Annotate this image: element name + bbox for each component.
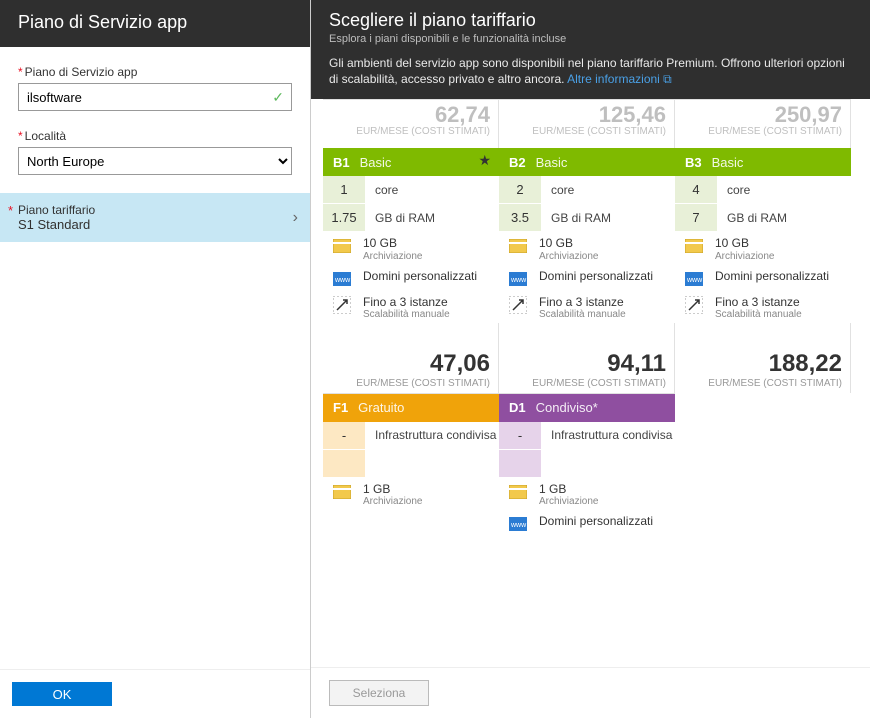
tier-price: 47,06 xyxy=(430,350,490,378)
right-pane: Scegliere il piano tariffario Esplora i … xyxy=(311,0,870,718)
chevron-right-icon: › xyxy=(293,209,298,227)
ok-button[interactable]: OK xyxy=(12,682,112,706)
svg-text:www: www xyxy=(510,277,527,284)
external-link-icon: ⧉ xyxy=(663,72,672,86)
cores-label: core xyxy=(365,183,398,197)
right-subtitle: Esplora i piani disponibili e le funzion… xyxy=(329,33,852,45)
tier-col-f1[interactable]: F1Gratuito -Infrastruttura condivisa 1 G… xyxy=(323,393,499,536)
right-title: Scegliere il piano tariffario xyxy=(329,10,852,31)
left-body: *Piano di Servizio app ✓ *Località North… xyxy=(0,47,310,669)
storage-icon xyxy=(331,237,353,255)
name-input[interactable] xyxy=(18,83,292,111)
pricing-tier-label: Piano tariffario xyxy=(18,203,292,217)
location-select[interactable]: North Europe xyxy=(18,147,292,175)
scale-icon xyxy=(331,296,353,314)
tier-col-b3[interactable]: 250,97 EUR/MESE (COSTI STIMATI) B3Basic … xyxy=(675,99,851,392)
pricing-tier-value: S1 Standard xyxy=(18,217,292,232)
cores-value: 1 xyxy=(323,176,365,203)
svg-text:www: www xyxy=(510,522,527,529)
price-sub: EUR/MESE (COSTI STIMATI) xyxy=(323,126,490,137)
ram-label: GB di RAM xyxy=(365,211,435,225)
pricing-grid: 62,74 EUR/MESE (COSTI STIMATI) B1Basic ★… xyxy=(311,99,870,667)
check-icon: ✓ xyxy=(272,89,284,106)
location-label: *Località xyxy=(18,129,292,143)
ram-value: 1.75 xyxy=(323,204,365,231)
right-description: Gli ambienti del servizio app sono dispo… xyxy=(329,55,852,87)
more-info-link[interactable]: Altre informazioni ⧉ xyxy=(567,72,672,86)
domains-icon: www xyxy=(331,270,353,288)
pricing-tier-row[interactable]: * Piano tariffario S1 Standard › xyxy=(0,193,310,242)
name-label: *Piano di Servizio app xyxy=(18,65,292,79)
select-button[interactable]: Seleziona xyxy=(329,680,429,706)
tier-header: B1Basic ★ xyxy=(323,148,499,176)
left-pane: Piano di Servizio app *Piano di Servizio… xyxy=(0,0,311,718)
right-header: Scegliere il piano tariffario Esplora i … xyxy=(311,0,870,99)
svg-text:www: www xyxy=(334,277,351,284)
right-footer: Seleziona xyxy=(311,667,870,718)
required-star: * xyxy=(18,65,23,79)
svg-text:www: www xyxy=(686,277,703,284)
tier-col-d1[interactable]: D1Condiviso* -Infrastruttura condivisa 1… xyxy=(499,393,675,536)
star-icon: ★ xyxy=(478,152,491,169)
tier-col-b2[interactable]: 125,46 EUR/MESE (COSTI STIMATI) B2Basic … xyxy=(499,99,675,392)
required-star: * xyxy=(18,129,23,143)
required-star: * xyxy=(8,203,13,218)
top-price: 62,74 xyxy=(323,104,490,126)
tier-col-b1[interactable]: 62,74 EUR/MESE (COSTI STIMATI) B1Basic ★… xyxy=(323,99,499,392)
left-title: Piano di Servizio app xyxy=(0,0,310,47)
left-footer: OK xyxy=(0,669,310,718)
